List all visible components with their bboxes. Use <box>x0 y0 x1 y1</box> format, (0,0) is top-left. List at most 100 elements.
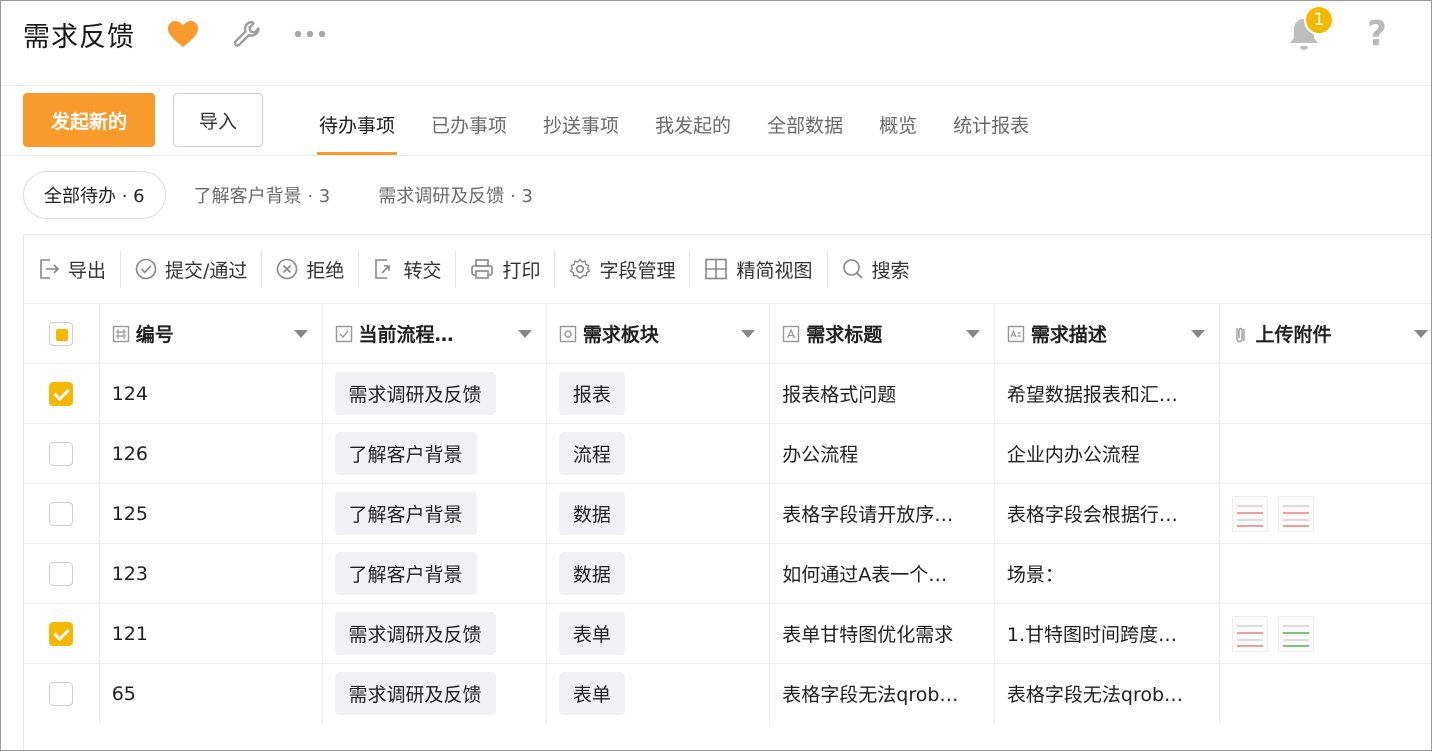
row-checkbox[interactable] <box>49 501 74 526</box>
transfer-label: 转交 <box>403 259 442 282</box>
filter-customer-background[interactable]: 了解客户背景 · 3 <box>174 171 351 219</box>
column-label: 需求描述 <box>1030 324 1107 346</box>
column-header-description[interactable]: 需求描述 <box>994 303 1220 364</box>
row-checkbox[interactable] <box>49 621 74 646</box>
column-header-attachments[interactable]: 上传附件 <box>1219 303 1431 364</box>
module-tag: 报表 <box>558 372 625 415</box>
attachment-thumbnail[interactable] <box>1231 495 1268 532</box>
cell-stage: 了解客户背景 <box>322 543 547 604</box>
attachment-field-icon <box>1232 325 1250 343</box>
transfer-button[interactable]: 转交 <box>373 249 455 289</box>
toolbar-divider <box>358 250 360 288</box>
chevron-down-icon[interactable] <box>1414 330 1428 338</box>
chevron-down-icon[interactable] <box>1190 330 1205 338</box>
table-header-row: 编号 当前流程… 需求板块 需求标题 需求描述 上传附件 <box>24 303 1431 364</box>
help-icon[interactable]: ? <box>1361 14 1393 54</box>
tab-todo[interactable]: 待办事项 <box>301 93 413 155</box>
filter-all-todo[interactable]: 全部待办 · 6 <box>23 171 166 219</box>
table-row[interactable]: 65 需求调研及反馈 表单 表格字段无法qrob… 表格字段无法qrob… <box>24 663 1431 724</box>
stage-tag: 需求调研及反馈 <box>334 372 496 415</box>
row-checkbox[interactable] <box>49 561 74 586</box>
tab-reports[interactable]: 统计报表 <box>935 93 1047 155</box>
attachment-list <box>1231 495 1430 532</box>
module-tag: 流程 <box>558 432 625 475</box>
page-title: 需求反馈 <box>23 22 135 53</box>
cell-title: 表格字段请开放序… <box>769 483 995 544</box>
toolbar-divider <box>689 250 691 288</box>
compact-view-button[interactable]: 精简视图 <box>704 249 826 289</box>
tab-overview[interactable]: 概览 <box>861 93 935 155</box>
textarea-field-icon <box>1007 325 1025 343</box>
stage-tag: 需求调研及反馈 <box>334 612 496 655</box>
search-label: 搜索 <box>871 259 910 282</box>
search-button[interactable]: 搜索 <box>842 249 924 289</box>
cell-title: 表单甘特图优化需求 <box>769 603 995 664</box>
tab-all-data[interactable]: 全部数据 <box>749 93 861 155</box>
heart-icon[interactable] <box>167 19 199 49</box>
row-checkbox[interactable] <box>49 381 74 406</box>
tab-cc[interactable]: 抄送事项 <box>525 93 637 155</box>
table-row[interactable]: 124 需求调研及反馈 报表 报表格式问题 希望数据报表和汇… <box>24 363 1431 424</box>
header: 需求反馈 1 ? <box>1 1 1431 86</box>
column-header-stage[interactable]: 当前流程… <box>322 303 547 364</box>
column-label: 上传附件 <box>1255 324 1332 346</box>
reject-button[interactable]: 拒绝 <box>276 249 358 289</box>
table-row[interactable]: 126 了解客户背景 流程 办公流程 企业内办公流程 <box>24 423 1431 484</box>
attachment-thumbnail[interactable] <box>1231 615 1268 652</box>
row-select-cell <box>24 483 100 544</box>
select-all-cell <box>24 303 100 364</box>
wrench-icon[interactable] <box>231 19 263 49</box>
create-new-button[interactable]: 发起新的 <box>23 93 155 147</box>
tab-done[interactable]: 已办事项 <box>413 93 525 155</box>
row-checkbox[interactable] <box>49 441 74 466</box>
attachment-thumbnail[interactable] <box>1277 615 1314 652</box>
chevron-down-icon[interactable] <box>517 330 532 338</box>
table-row[interactable]: 125 了解客户背景 数据 表格字段请开放序… 表格字段会根据行… <box>24 483 1431 544</box>
more-icon[interactable] <box>293 19 327 49</box>
view-tabs: 待办事项 已办事项 抄送事项 我发起的 全部数据 概览 统计报表 <box>301 93 1047 155</box>
export-icon <box>40 259 60 279</box>
cell-description: 场景： <box>994 543 1220 604</box>
attachment-thumbnail[interactable] <box>1277 495 1314 532</box>
reject-label: 拒绝 <box>306 259 345 282</box>
cell-id: 125 <box>99 483 323 544</box>
select-all-checkbox[interactable] <box>49 321 74 346</box>
tab-initiated[interactable]: 我发起的 <box>637 93 749 155</box>
cell-attachments <box>1219 423 1431 484</box>
row-select-cell <box>24 603 100 664</box>
module-tag: 数据 <box>558 492 625 535</box>
cell-description: 希望数据报表和汇… <box>994 363 1220 424</box>
cell-description: 表格字段会根据行… <box>994 483 1220 544</box>
column-header-title[interactable]: 需求标题 <box>769 303 995 364</box>
cell-title: 报表格式问题 <box>769 363 995 424</box>
cell-title: 如何通过A表一个… <box>769 543 995 604</box>
submit-approve-button[interactable]: 提交/通过 <box>135 249 261 289</box>
cell-stage: 了解客户背景 <box>322 483 547 544</box>
notification-badge: 1 <box>1304 5 1334 35</box>
table-row[interactable]: 121 需求调研及反馈 表单 表单甘特图优化需求 1.甘特图时间跨度… <box>24 603 1431 664</box>
cell-stage: 需求调研及反馈 <box>322 603 547 664</box>
stage-tag: 了解客户背景 <box>334 552 477 595</box>
row-checkbox[interactable] <box>49 681 74 706</box>
cell-module: 流程 <box>546 423 771 484</box>
cell-module: 报表 <box>546 363 771 424</box>
import-button[interactable]: 导入 <box>173 93 263 147</box>
column-header-id[interactable]: 编号 <box>99 303 323 364</box>
cell-attachments <box>1219 603 1431 664</box>
field-manage-button[interactable]: 字段管理 <box>569 249 689 289</box>
cell-title: 表格字段无法qrob… <box>769 663 995 724</box>
chevron-down-icon[interactable] <box>965 330 980 338</box>
filter-research-feedback[interactable]: 需求调研及反馈 · 3 <box>358 171 553 219</box>
chevron-down-icon[interactable] <box>741 330 756 338</box>
table-row[interactable]: 123 了解客户背景 数据 如何通过A表一个… 场景： <box>24 543 1431 604</box>
cell-id: 121 <box>99 603 323 664</box>
number-field-icon <box>112 325 130 343</box>
column-header-module[interactable]: 需求板块 <box>546 303 771 364</box>
chevron-down-icon[interactable] <box>293 330 308 338</box>
cell-description: 1.甘特图时间跨度… <box>994 603 1220 664</box>
print-button[interactable]: 打印 <box>470 249 554 289</box>
checkbox-field-icon <box>335 325 353 343</box>
cell-attachments <box>1219 663 1431 724</box>
submit-approve-label: 提交/通过 <box>165 259 248 282</box>
export-button[interactable]: 导出 <box>38 249 120 289</box>
